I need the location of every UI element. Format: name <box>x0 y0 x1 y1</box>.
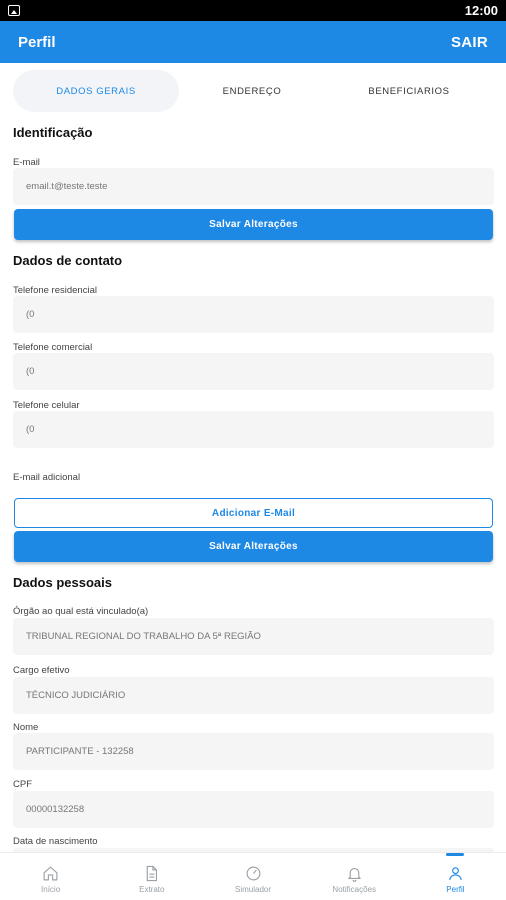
tab-beneficiarios[interactable]: BENEFICIARIOS <box>325 70 493 112</box>
add-email-button[interactable]: Adicionar E-Mail <box>14 498 493 528</box>
nav-label-notificacoes: Notificações <box>332 885 376 894</box>
orgao-field: TRIBUNAL REGIONAL DO TRABALHO DA 5ª REGI… <box>13 618 494 655</box>
cpf-label: CPF <box>13 779 32 790</box>
orgao-label: Órgão ao qual está vinculado(a) <box>13 606 149 617</box>
status-time: 12:00 <box>464 3 498 18</box>
nav-item-inicio[interactable]: Início <box>0 853 101 900</box>
cargo-label: Cargo efetivo <box>13 665 70 676</box>
page-title: Perfil <box>18 33 56 51</box>
nav-item-simulador[interactable]: Simulador <box>202 853 303 900</box>
nav-item-perfil[interactable]: Perfil <box>405 853 506 900</box>
home-icon <box>43 866 58 881</box>
email-label: E-mail <box>13 157 40 168</box>
section-pessoais-title: Dados pessoais <box>13 575 112 590</box>
nav-label-inicio: Início <box>41 885 61 894</box>
section-contato-title: Dados de contato <box>13 253 123 268</box>
status-bar: 12:00 <box>0 0 506 21</box>
telefone-celular-label: Telefone celular <box>13 400 80 411</box>
nome-field: PARTICIPANTE - 132258 <box>13 733 494 770</box>
tab-dados-gerais[interactable]: DADOS GERAIS <box>13 70 179 112</box>
nome-label: Nome <box>13 722 39 733</box>
cargo-field: TÉCNICO JUDICIÁRIO <box>13 677 494 714</box>
data-nascimento-label: Data de nascimento <box>13 836 98 847</box>
image-notification-icon <box>8 5 20 16</box>
telefone-residencial-field[interactable]: (0 <box>13 296 494 333</box>
save-contato-button[interactable]: Salvar Alterações <box>14 531 493 562</box>
profile-tabs: DADOS GERAIS ENDEREÇO BENEFICIARIOS <box>13 70 493 112</box>
person-icon <box>449 867 462 880</box>
bell-icon <box>347 867 361 882</box>
nav-item-notificacoes[interactable]: Notificações <box>304 853 405 900</box>
section-identificacao-title: Identificação <box>13 125 93 140</box>
save-identificacao-button[interactable]: Salvar Alterações <box>14 209 493 240</box>
app-bar: Perfil SAIR <box>0 21 506 63</box>
cpf-field: 00000132258 <box>13 791 494 828</box>
gauge-icon <box>246 866 260 881</box>
telefone-comercial-field[interactable]: (0 <box>13 353 494 390</box>
email-field[interactable]: email.t@teste.teste <box>13 168 494 205</box>
bottom-navigation: Início Extrato Simulador Notificações Pe… <box>0 852 506 900</box>
document-icon <box>146 865 158 882</box>
nav-label-simulador: Simulador <box>235 885 272 894</box>
telefone-residencial-label: Telefone residencial <box>13 285 97 296</box>
nav-item-extrato[interactable]: Extrato <box>101 853 202 900</box>
telefone-comercial-label: Telefone comercial <box>13 342 93 353</box>
nav-label-perfil: Perfil <box>446 885 465 894</box>
email-adicional-label: E-mail adicional <box>13 472 81 483</box>
nav-label-extrato: Extrato <box>139 885 165 894</box>
logout-button[interactable]: SAIR <box>451 34 488 51</box>
tab-endereco[interactable]: ENDEREÇO <box>179 70 325 112</box>
telefone-celular-field[interactable]: (0 <box>13 411 494 448</box>
